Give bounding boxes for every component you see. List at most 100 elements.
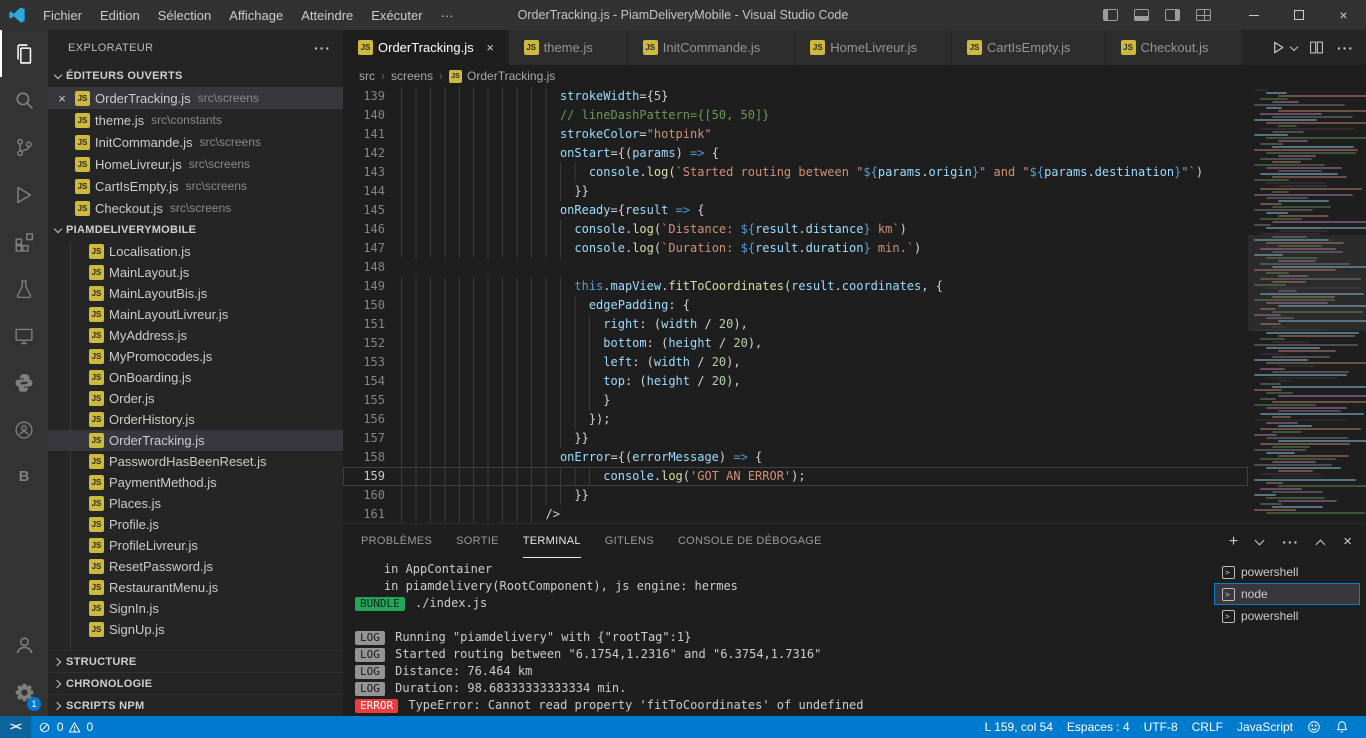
terminal-dropdown-icon[interactable]	[1254, 536, 1266, 548]
editor-actions-icon[interactable]: ···	[1337, 40, 1354, 56]
split-editor-icon[interactable]	[1309, 40, 1324, 55]
code-line[interactable]: 155}	[343, 391, 1366, 410]
close-tab-icon[interactable]: ×	[483, 40, 498, 55]
menu-item[interactable]: Sélection	[149, 0, 220, 30]
breadcrumb-item[interactable]: src	[359, 69, 375, 83]
activity-item-search[interactable]	[0, 77, 48, 124]
tree-item-file[interactable]: JSProfile.js	[48, 514, 343, 535]
activity-item-explorer[interactable]	[0, 30, 48, 77]
section-project[interactable]: PIAMDELIVERYMOBILE	[48, 219, 343, 241]
activity-item-testing[interactable]	[0, 265, 48, 312]
editor-tab[interactable]: JSOrderTracking.js×	[343, 30, 509, 65]
breadcrumb-item[interactable]: JSOrderTracking.js	[449, 69, 555, 83]
toggle-sidebar-icon[interactable]	[1103, 9, 1118, 21]
indentation-status[interactable]: Espaces : 4	[1060, 716, 1137, 738]
tree-item-file[interactable]: JSOrderTracking.js	[48, 430, 343, 451]
toggle-panel-icon[interactable]	[1134, 9, 1149, 21]
code-line[interactable]: 142onStart={(params) => {	[343, 144, 1366, 163]
close-panel-icon[interactable]: ×	[1343, 533, 1352, 550]
menu-item[interactable]: Atteindre	[292, 0, 362, 30]
activity-item-settings[interactable]: 1	[0, 669, 48, 716]
minimap[interactable]	[1248, 87, 1366, 523]
new-terminal-icon[interactable]: +	[1229, 533, 1238, 551]
code-line[interactable]: 154top: (height / 20),	[343, 372, 1366, 391]
tree-item-file[interactable]: JSSignUp.js	[48, 619, 343, 640]
menu-item[interactable]: ···	[432, 0, 463, 30]
code-line[interactable]: 144}}	[343, 182, 1366, 201]
activity-item-remote-explorer[interactable]	[0, 312, 48, 359]
breadcrumb-item[interactable]: screens	[391, 69, 433, 83]
panel-more-icon[interactable]: ···	[1282, 534, 1299, 550]
code-line[interactable]: 161/>	[343, 505, 1366, 523]
panel-tab[interactable]: TERMINAL	[523, 524, 581, 558]
terminal-output[interactable]: in AppContainer in piamdelivery(RootComp…	[343, 559, 1214, 716]
activity-item-extension-b[interactable]: B	[0, 453, 48, 500]
activity-item-run-debug[interactable]	[0, 171, 48, 218]
feedback-smiley-icon[interactable]	[1300, 716, 1328, 738]
customize-layout-icon[interactable]	[1196, 9, 1211, 21]
terminal-instance[interactable]: node	[1214, 583, 1360, 605]
tree-item-file[interactable]: JSOrder.js	[48, 388, 343, 409]
tree-item-file[interactable]: JSPaymentMethod.js	[48, 472, 343, 493]
terminal-instance[interactable]: powershell	[1214, 561, 1360, 583]
section-open-editors[interactable]: ÉDITEURS OUVERTS	[48, 65, 343, 87]
menu-item[interactable]: Exécuter	[362, 0, 431, 30]
code-line[interactable]: 159console.log('GOT AN ERROR');	[343, 467, 1366, 486]
panel-tab[interactable]: GITLENS	[605, 524, 654, 558]
activity-item-extensions[interactable]	[0, 218, 48, 265]
editor-tab[interactable]: JSInitCommande.js×	[628, 30, 796, 65]
language-mode[interactable]: JavaScript	[1230, 716, 1300, 738]
code-line[interactable]: 150edgePadding: {	[343, 296, 1366, 315]
tree-item-file[interactable]: JSPlaces.js	[48, 493, 343, 514]
tree-item-file[interactable]: JSMyPromocodes.js	[48, 346, 343, 367]
minimap-viewport[interactable]	[1248, 235, 1366, 331]
tree-item-file[interactable]: JSOrderHistory.js	[48, 409, 343, 430]
menu-item[interactable]: Edition	[91, 0, 149, 30]
code-line[interactable]: 149this.mapView.fitToCoordinates(result.…	[343, 277, 1366, 296]
open-editor-item[interactable]: JSInitCommande.jssrc\screens	[48, 131, 343, 153]
tree-item-file[interactable]: JSLocalisation.js	[48, 241, 343, 262]
terminal-instance[interactable]: powershell	[1214, 605, 1360, 627]
minimize-button[interactable]	[1231, 0, 1276, 30]
activity-item-python[interactable]	[0, 359, 48, 406]
close-editor-icon[interactable]: ×	[54, 91, 70, 106]
tree-item-file[interactable]: JSOnBoarding.js	[48, 367, 343, 388]
maximize-panel-icon[interactable]	[1315, 536, 1327, 548]
code-line[interactable]: 148	[343, 258, 1366, 277]
open-editor-item[interactable]: JStheme.jssrc\constants	[48, 109, 343, 131]
menu-item[interactable]: Fichier	[34, 0, 91, 30]
open-editor-item[interactable]: JSHomeLivreur.jssrc\screens	[48, 153, 343, 175]
restore-button[interactable]	[1276, 0, 1321, 30]
code-line[interactable]: 157}}	[343, 429, 1366, 448]
toggle-secondary-sidebar-icon[interactable]	[1165, 9, 1180, 21]
code-line[interactable]: 153left: (width / 20),	[343, 353, 1366, 372]
editor-tab[interactable]: JSCartIsEmpty.js×	[952, 30, 1106, 65]
code-line[interactable]: 156});	[343, 410, 1366, 429]
code-editor[interactable]: 139strokeWidth={5}140// lineDashPattern=…	[343, 87, 1366, 523]
tree-item-file[interactable]: JSMyAddress.js	[48, 325, 343, 346]
editor-tab[interactable]: JSHomeLivreur.js×	[795, 30, 952, 65]
code-line[interactable]: 140// lineDashPattern={[50, 50]}	[343, 106, 1366, 125]
code-line[interactable]: 146console.log(`Distance: ${result.dista…	[343, 220, 1366, 239]
editor-tab[interactable]: JStheme.js×	[509, 30, 628, 65]
section-timeline[interactable]: CHRONOLOGIE	[48, 672, 343, 694]
tree-item-file[interactable]: JSSignIn.js	[48, 598, 343, 619]
code-line[interactable]: 151right: (width / 20),	[343, 315, 1366, 334]
open-editor-item[interactable]: JSCartIsEmpty.jssrc\screens	[48, 175, 343, 197]
code-line[interactable]: 141strokeColor="hotpink"	[343, 125, 1366, 144]
code-line[interactable]: 152bottom: (height / 20),	[343, 334, 1366, 353]
activity-item-liveshare[interactable]	[0, 406, 48, 453]
code-line[interactable]: 158onError={(errorMessage) => {	[343, 448, 1366, 467]
remote-indicator[interactable]: ><	[0, 716, 31, 738]
problems-status[interactable]: 0 0	[31, 716, 100, 738]
code-line[interactable]: 139strokeWidth={5}	[343, 87, 1366, 106]
open-editor-item[interactable]: JSCheckout.jssrc\screens	[48, 197, 343, 219]
encoding-status[interactable]: UTF-8	[1137, 716, 1185, 738]
tree-item-file[interactable]: JSProfileLivreur.js	[48, 535, 343, 556]
tree-item-file[interactable]: JSPasswordHasBeenReset.js	[48, 451, 343, 472]
tree-item-file[interactable]: JSMainLayoutBis.js	[48, 283, 343, 304]
tree-item-file[interactable]: JSRestaurantMenu.js	[48, 577, 343, 598]
notifications-bell-icon[interactable]	[1328, 716, 1356, 738]
panel-tab[interactable]: CONSOLE DE DÉBOGAGE	[678, 524, 822, 558]
tree-item-file[interactable]: JSResetPassword.js	[48, 556, 343, 577]
